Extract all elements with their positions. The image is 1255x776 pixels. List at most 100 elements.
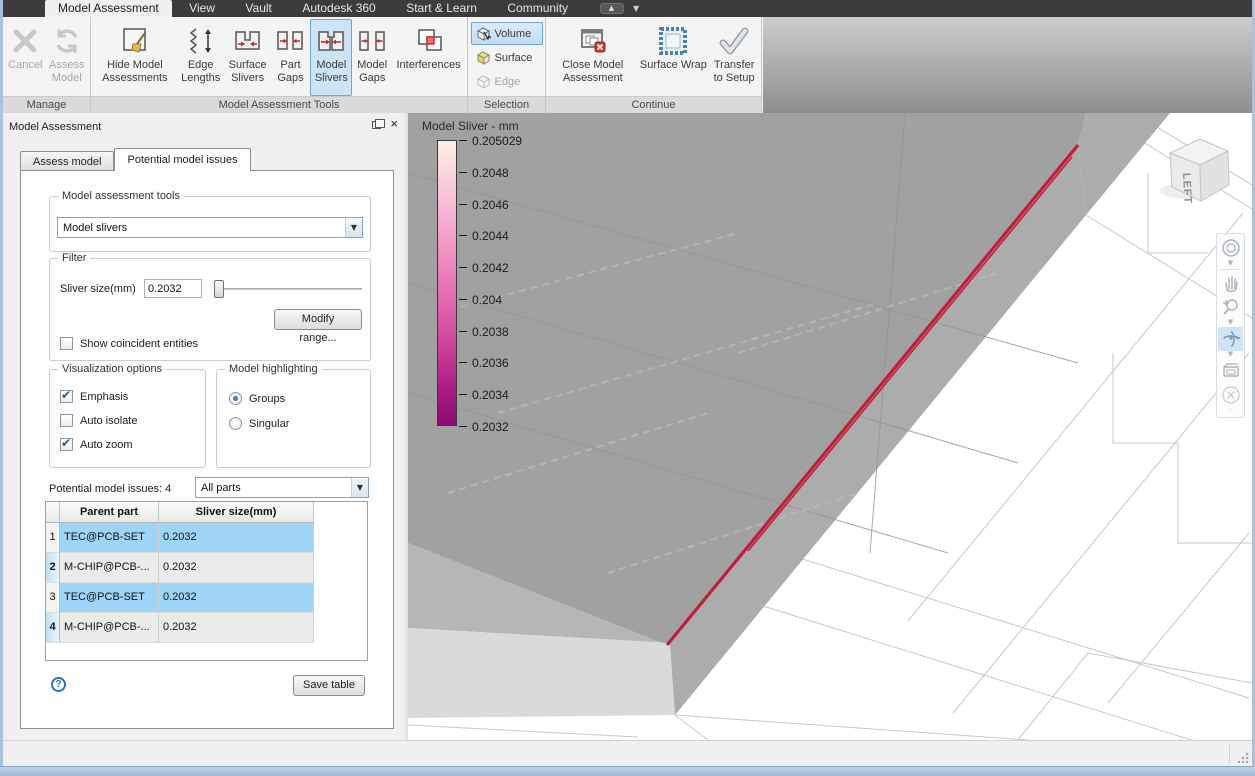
emphasis-checkbox[interactable]	[60, 388, 73, 403]
window-bottom-border	[0, 766, 1255, 776]
chevron-down-icon: ▼	[345, 218, 362, 237]
surface-wrap-button[interactable]: Surface Wrap	[638, 19, 710, 96]
status-bar	[3, 740, 1252, 766]
selection-volume-button[interactable]: Volume	[470, 22, 543, 45]
panel-close-icon[interactable]: ×	[390, 117, 398, 131]
group-label-manage[interactable]: Manage	[3, 96, 90, 113]
save-table-button[interactable]: Save table	[293, 675, 365, 696]
issues-count-label: Potential model issues: 4	[49, 483, 172, 495]
visualization-options-groupbox: Visualization options Emphasis Auto isol…	[49, 363, 206, 468]
volume-icon	[476, 27, 491, 41]
model-highlighting-groupbox: Model highlighting Groups Singular	[216, 363, 371, 468]
model-slivers-button[interactable]: Model Slivers	[310, 19, 353, 96]
table-row[interactable]: 4 M-CHIP@PCB-... 0.2032	[46, 613, 367, 643]
sliver-size-input[interactable]	[144, 279, 202, 298]
assessment-tool-combobox[interactable]: Model slivers ▼	[57, 217, 363, 238]
ribbon-group-continue: Close Model Assessment Surface Wrap Tran…	[546, 17, 762, 113]
show-coincident-label: Show coincident entities	[80, 338, 199, 350]
tab-assess-model[interactable]: Assess model	[20, 151, 115, 171]
auto-zoom-checkbox[interactable]	[60, 436, 73, 451]
hide-model-assessments-icon	[119, 23, 151, 59]
menu-tab-model-assessment[interactable]: Model Assessment	[45, 0, 172, 17]
auto-isolate-checkbox[interactable]	[60, 414, 73, 427]
show-coincident-checkbox[interactable]	[60, 337, 73, 350]
ribbon: Cancel Assess Model Manage Hide Model As…	[3, 17, 1252, 113]
panel-title: Model Assessment	[9, 121, 102, 133]
wheel-menu-caret-icon[interactable]: ▼	[1228, 260, 1233, 268]
filter-groupbox: Filter Sliver size(mm) Modify range... S…	[49, 252, 371, 361]
table-row[interactable]: 2 M-CHIP@PCB-... 0.2032	[46, 553, 367, 583]
model-gaps-button[interactable]: Model Gaps	[352, 19, 392, 96]
zoom-icon[interactable]	[1218, 295, 1243, 319]
parts-filter-combobox[interactable]: All parts ▼	[195, 477, 369, 498]
tab-potential-model-issues[interactable]: Potential model issues	[114, 148, 251, 171]
help-icon[interactable]: ?	[51, 677, 66, 692]
ribbon-collapse-button[interactable]: ▲	[599, 3, 624, 14]
viewcube-face-label[interactable]: LEFT	[1180, 173, 1194, 205]
legend-color-bar	[437, 140, 457, 426]
model-assessment-tools-groupbox: Model assessment tools Model slivers ▼	[49, 190, 371, 252]
chevron-down-icon: ▼	[351, 478, 368, 497]
groups-radio[interactable]	[229, 392, 242, 405]
result-legend: Model Sliver - mm 0.205029 0.2048 0.2046…	[422, 119, 523, 434]
close-model-assessment-button[interactable]: Close Model Assessment	[548, 19, 638, 96]
singular-radio[interactable]	[229, 417, 242, 430]
edge-icon	[476, 75, 490, 89]
surface-slivers-button[interactable]: Surface Slivers	[225, 19, 271, 96]
navigation-bar: ▼ ▼ ▼ ◦	[1216, 233, 1245, 418]
hide-model-assessments-button[interactable]: Hide Model Assessments	[93, 19, 177, 96]
interferences-icon	[412, 23, 446, 59]
menu-tab-start-learn[interactable]: Start & Learn	[393, 0, 490, 17]
close-model-assessment-icon	[577, 23, 609, 59]
modify-range-button[interactable]: Modify range...	[274, 309, 362, 344]
ribbon-empty-area	[763, 17, 1252, 113]
parent-part-header[interactable]: Parent part	[60, 502, 159, 523]
selection-surface-button[interactable]: Surface	[471, 46, 543, 69]
edge-lengths-button[interactable]: Edge Lengths	[177, 19, 225, 96]
surface-slivers-icon	[232, 23, 264, 59]
slider-handle[interactable]	[214, 280, 224, 298]
panel-float-icon[interactable]	[372, 119, 385, 129]
resize-grip-icon[interactable]	[1238, 752, 1249, 763]
menu-tab-autodesk-360[interactable]: Autodesk 360	[289, 0, 388, 17]
selection-edge-button[interactable]: Edge	[471, 70, 543, 93]
part-gaps-button[interactable]: Part Gaps	[271, 19, 311, 96]
navbar-customize-icon[interactable]: ◦	[1228, 407, 1232, 415]
orbit-menu-caret-icon[interactable]: ▼	[1228, 351, 1233, 359]
transfer-to-setup-icon	[717, 23, 751, 59]
assess-model-button[interactable]: Assess Model	[46, 19, 88, 96]
row-number-header[interactable]	[46, 502, 60, 523]
sliver-size-label: Sliver size(mm)	[60, 283, 136, 295]
cancel-button[interactable]: Cancel	[5, 19, 46, 96]
menu-tab-view[interactable]: View	[176, 0, 228, 17]
group-label-model-assessment-tools[interactable]: Model Assessment Tools	[91, 96, 467, 113]
disabled-tool-icon	[1218, 383, 1243, 407]
look-at-icon[interactable]	[1218, 359, 1243, 383]
table-row[interactable]: 3 TEC@PCB-SET 0.2032	[46, 583, 367, 613]
assess-model-icon	[51, 23, 83, 59]
menu-tab-community[interactable]: Community	[494, 0, 581, 17]
pan-hand-icon[interactable]	[1218, 271, 1243, 295]
issues-table: Parent part Sliver size(mm) 1 TEC@PCB-SE…	[45, 501, 368, 661]
menu-tab-vault[interactable]: Vault	[232, 0, 284, 17]
surface-wrap-icon	[657, 23, 689, 59]
zoom-menu-caret-icon[interactable]: ▼	[1228, 319, 1233, 327]
ribbon-group-model-assessment-tools: Hide Model Assessments Edge Lengths Surf…	[91, 17, 468, 113]
sliver-size-slider[interactable]	[218, 288, 362, 290]
group-label-selection[interactable]: Selection	[468, 96, 545, 113]
edge-lengths-icon	[185, 23, 217, 59]
app-window: Model Assessment View Vault Autodesk 360…	[0, 0, 1255, 776]
group-label-continue[interactable]: Continue	[546, 96, 761, 113]
sliver-size-header[interactable]: Sliver size(mm)	[159, 502, 314, 523]
ribbon-options-caret-icon[interactable]: ▼	[633, 3, 639, 14]
view-cube[interactable]: LEFT	[1156, 129, 1242, 209]
interferences-button[interactable]: Interferences	[392, 19, 465, 96]
orbit-icon[interactable]	[1218, 327, 1243, 351]
part-gaps-icon	[274, 23, 306, 59]
steering-wheel-icon[interactable]	[1218, 236, 1243, 260]
transfer-to-setup-button[interactable]: Transfer to Setup	[709, 19, 759, 96]
statusbar-separator	[1229, 745, 1230, 763]
table-row[interactable]: 1 TEC@PCB-SET 0.2032	[46, 523, 367, 553]
3d-viewport[interactable]: Model Sliver - mm 0.205029 0.2048 0.2046…	[408, 113, 1252, 740]
ribbon-group-selection: Volume Surface Edge Selection	[468, 17, 546, 113]
